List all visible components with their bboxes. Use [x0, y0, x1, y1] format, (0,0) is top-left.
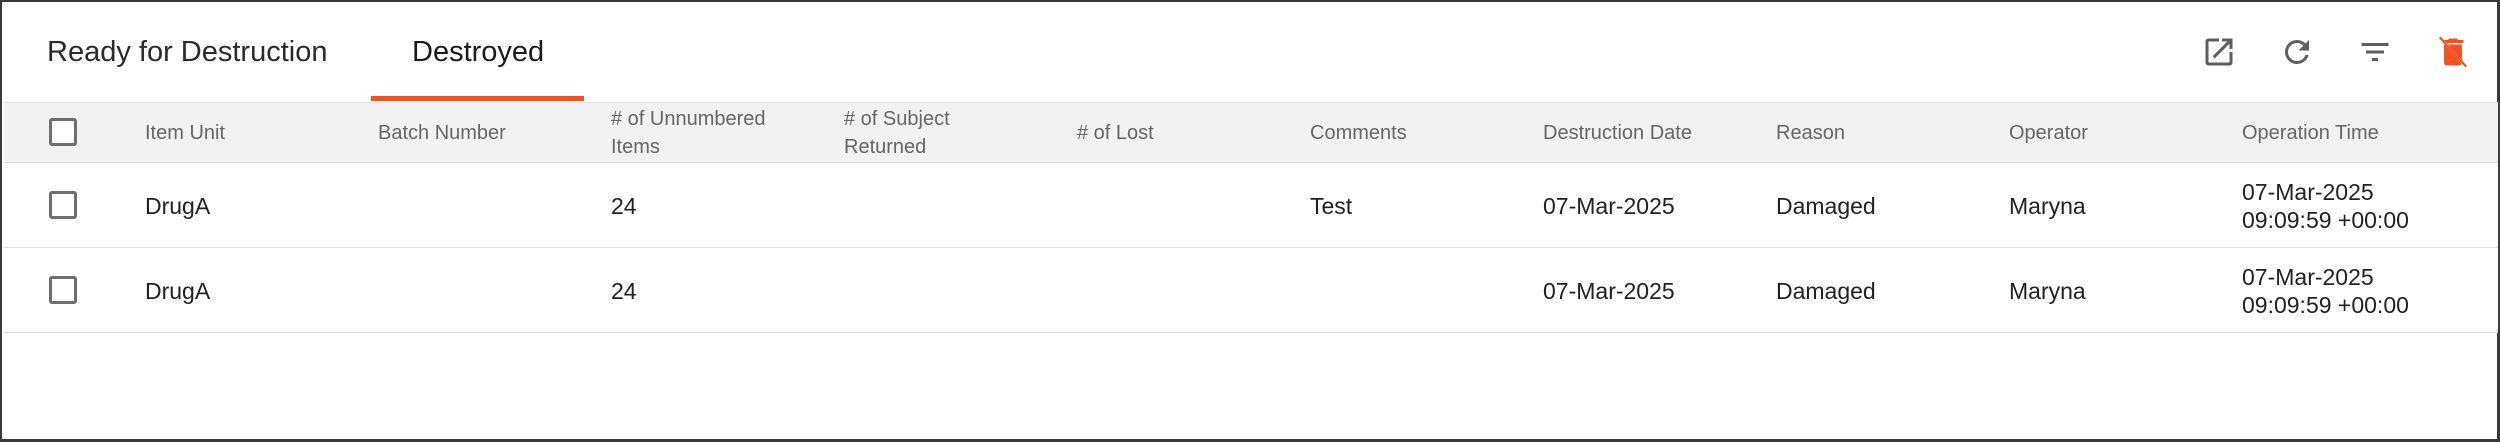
refresh-button[interactable] — [2275, 32, 2319, 76]
cell-unnumbered-items: 24 — [611, 278, 637, 304]
tab-bar: Ready for Destruction Destroyed — [2, 2, 2497, 102]
destruction-panel: Ready for Destruction Destroyed Item Uni… — [0, 0, 2500, 442]
column-header-item-unit[interactable]: Item Unit — [145, 119, 225, 147]
cell-operation-time: 07-Mar-2025 09:09:59 +00:00 — [2242, 178, 2409, 234]
cell-destruction-date: 07-Mar-2025 — [1543, 278, 1675, 304]
filter-icon — [2357, 34, 2393, 75]
delete-disabled-icon — [2435, 34, 2471, 75]
select-all-checkbox[interactable] — [49, 118, 77, 146]
refresh-icon — [2279, 34, 2315, 75]
column-header-subject-line1: # of Subject — [844, 108, 950, 130]
row-checkbox[interactable] — [49, 276, 77, 304]
cell-operation-time-date: 07-Mar-2025 — [2242, 179, 2374, 205]
table-row[interactable]: DrugA 24 Test 07-Mar-2025 Damaged Maryna… — [4, 163, 2498, 248]
tab-ready-for-destruction[interactable]: Ready for Destruction — [47, 30, 327, 102]
column-header-operator[interactable]: Operator — [2009, 119, 2088, 147]
column-header-reason[interactable]: Reason — [1776, 119, 1845, 147]
cell-operator: Maryna — [2009, 193, 2086, 219]
cell-operation-time-time: 09:09:59 +00:00 — [2242, 292, 2409, 318]
cell-comments: Test — [1310, 193, 1353, 219]
cell-operation-time: 07-Mar-2025 09:09:59 +00:00 — [2242, 263, 2409, 319]
filter-button[interactable] — [2353, 32, 2397, 76]
column-header-subject-returned[interactable]: # of Subject Returned — [844, 105, 950, 161]
open-in-new-button[interactable] — [2197, 32, 2241, 76]
column-header-comments[interactable]: Comments — [1310, 119, 1407, 147]
toolbar — [2187, 32, 2467, 76]
cell-reason: Damaged — [1776, 278, 1876, 304]
column-header-batch-number[interactable]: Batch Number — [378, 119, 506, 147]
cell-unnumbered-items: 24 — [611, 193, 637, 219]
cell-operator: Maryna — [2009, 278, 2086, 304]
cell-operation-time-date: 07-Mar-2025 — [2242, 264, 2374, 290]
active-tab-indicator — [371, 96, 584, 101]
column-header-unnumbered-line1: # of Unnumbered — [611, 108, 766, 130]
column-header-lost[interactable]: # of Lost — [1077, 119, 1154, 147]
open-in-new-icon — [2201, 34, 2237, 75]
column-header-unnumbered-items[interactable]: # of Unnumbered Items — [611, 105, 766, 161]
column-header-subject-line2: Returned — [844, 136, 927, 158]
tab-destroyed[interactable]: Destroyed — [412, 30, 544, 102]
column-header-operation-time[interactable]: Operation Time — [2242, 119, 2379, 147]
cell-item-unit: DrugA — [145, 193, 211, 219]
cell-destruction-date: 07-Mar-2025 — [1543, 193, 1675, 219]
table-row[interactable]: DrugA 24 07-Mar-2025 Damaged Maryna 07-M… — [4, 248, 2498, 333]
delete-button[interactable] — [2431, 32, 2475, 76]
column-header-unnumbered-line2: Items — [611, 136, 660, 158]
row-checkbox[interactable] — [49, 191, 77, 219]
cell-item-unit: DrugA — [145, 278, 211, 304]
cell-reason: Damaged — [1776, 193, 1876, 219]
table-header: Item Unit Batch Number # of Unnumbered I… — [4, 102, 2498, 163]
cell-operation-time-time: 09:09:59 +00:00 — [2242, 207, 2409, 233]
column-header-destruction-date[interactable]: Destruction Date — [1543, 119, 1692, 147]
